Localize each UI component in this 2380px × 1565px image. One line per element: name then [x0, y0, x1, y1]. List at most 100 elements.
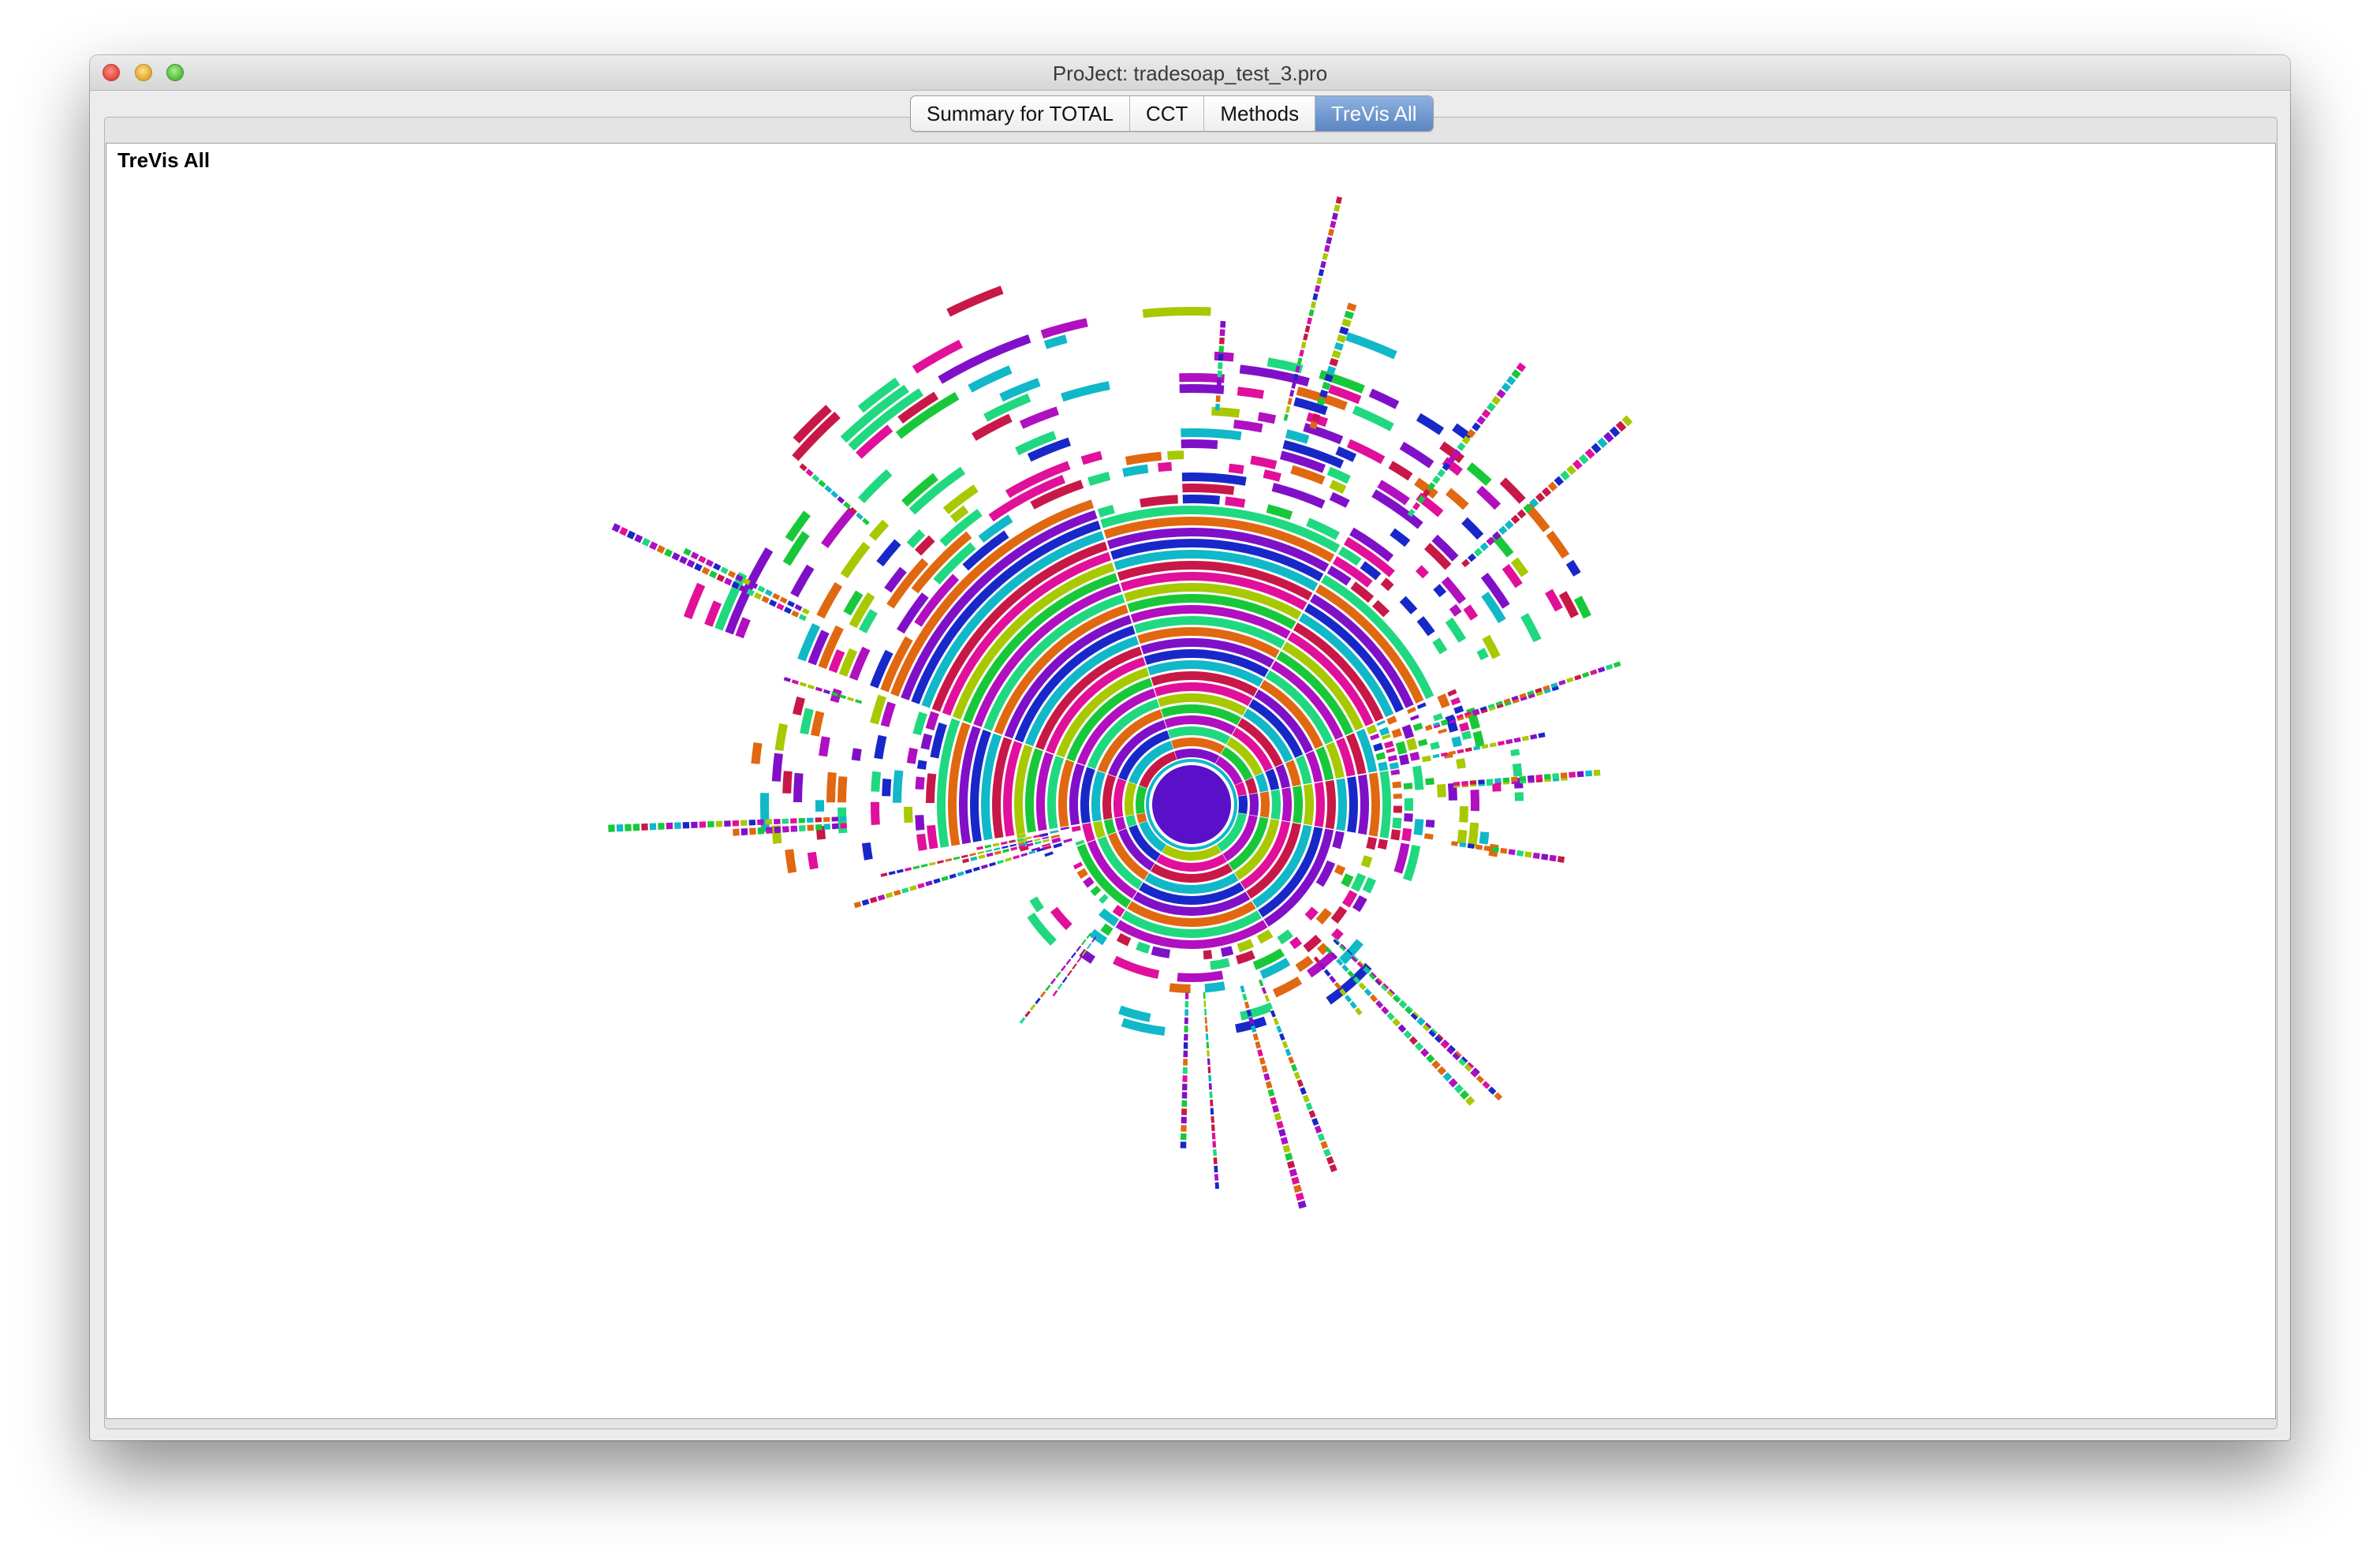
sunburst-spike-segment[interactable] [1500, 847, 1508, 854]
sunburst-spike-segment[interactable] [1516, 850, 1524, 857]
sunburst-spike-segment[interactable] [691, 821, 698, 828]
sunburst-spike-segment[interactable] [1487, 1086, 1497, 1095]
sunburst-segment[interactable] [1451, 736, 1462, 748]
sunburst-segment[interactable] [1409, 751, 1420, 761]
sunburst-spike-segment[interactable] [1289, 1168, 1298, 1177]
sunburst-spike-segment[interactable] [992, 842, 1000, 847]
sunburst-spike-segment[interactable] [1001, 841, 1008, 846]
sunburst-spike-segment[interactable] [1467, 843, 1475, 849]
sunburst-spike-segment[interactable] [1541, 853, 1549, 861]
sunburst-segment[interactable] [1445, 617, 1467, 643]
sunburst-segment[interactable] [1263, 469, 1281, 482]
sunburst-spike-segment[interactable] [1182, 1075, 1188, 1082]
sunburst-spike-segment[interactable] [1242, 993, 1248, 1001]
sunburst-spike-segment[interactable] [699, 821, 707, 828]
sunburst-spike-segment[interactable] [945, 858, 953, 862]
sunburst-segment[interactable] [793, 697, 805, 716]
sunburst-segment[interactable] [871, 771, 882, 792]
sunburst-spike-segment[interactable] [1314, 1125, 1322, 1134]
tab-methods[interactable]: Methods [1204, 96, 1316, 131]
sunburst-spike-segment[interactable] [986, 852, 994, 857]
sunburst-spike-segment[interactable] [1472, 422, 1481, 431]
sunburst-spike-segment[interactable] [1282, 1145, 1291, 1153]
sunburst-segment[interactable] [1177, 970, 1224, 982]
sunburst-spike-segment[interactable] [1329, 1163, 1337, 1173]
sunburst-spike-segment[interactable] [1349, 1001, 1357, 1010]
sunburst-segment[interactable] [771, 753, 783, 782]
sunburst-segment[interactable] [1437, 693, 1450, 708]
sunburst-spike-segment[interactable] [1597, 667, 1606, 673]
sunburst-segment[interactable] [1080, 450, 1103, 465]
sunburst-spike-segment[interactable] [847, 697, 855, 702]
sunburst-spike-segment[interactable] [1065, 958, 1072, 966]
sunburst-segment[interactable] [1403, 782, 1413, 790]
sunburst-spike-segment[interactable] [1432, 475, 1441, 484]
sunburst-spike-segment[interactable] [1205, 1025, 1208, 1033]
sunburst-segment[interactable] [1135, 786, 1147, 814]
sunburst-spike-segment[interactable] [794, 603, 803, 611]
sunburst-segment[interactable] [1461, 517, 1484, 540]
sunburst-segment[interactable] [968, 365, 1013, 393]
sunburst-spike-segment[interactable] [1397, 1024, 1407, 1033]
sunburst-spike-segment[interactable] [823, 816, 830, 822]
sunburst-spike-segment[interactable] [869, 896, 878, 904]
sunburst-spike-segment[interactable] [740, 828, 748, 836]
sunburst-segment[interactable] [1244, 777, 1258, 794]
sunburst-spike-segment[interactable] [823, 824, 831, 830]
sunburst-spike-segment[interactable] [1303, 333, 1308, 341]
sunburst-segment[interactable] [1257, 412, 1277, 424]
sunburst-spike-segment[interactable] [1216, 387, 1222, 394]
sunburst-spike-segment[interactable] [698, 555, 707, 564]
sunburst-segment[interactable] [1425, 820, 1435, 828]
sunburst-spike-segment[interactable] [732, 820, 740, 827]
sunburst-spike-segment[interactable] [1590, 669, 1598, 676]
sunburst-spike-segment[interactable] [611, 523, 621, 532]
sunburst-spike-segment[interactable] [1491, 846, 1499, 853]
sunburst-segment[interactable] [1379, 771, 1391, 839]
sunburst-segment[interactable] [1122, 464, 1149, 477]
sunburst-spike-segment[interactable] [1524, 851, 1532, 858]
sunburst-spike-segment[interactable] [1489, 742, 1497, 748]
sunburst-segment[interactable] [874, 734, 887, 760]
sunburst-segment[interactable] [1233, 420, 1263, 433]
sunburst-spike-segment[interactable] [1605, 663, 1613, 670]
sunburst-spike-segment[interactable] [626, 530, 636, 540]
sunburst-segment[interactable] [1459, 722, 1470, 732]
sunburst-spike-segment[interactable] [1219, 337, 1225, 345]
sunburst-spike-segment[interactable] [815, 817, 823, 823]
sunburst-spike-segment[interactable] [1209, 1091, 1213, 1098]
sunburst-spike-segment[interactable] [1442, 1072, 1453, 1081]
sunburst-segment[interactable] [1368, 772, 1380, 837]
sunburst-spike-segment[interactable] [941, 876, 949, 882]
sunburst-spike-segment[interactable] [1322, 252, 1329, 260]
sunburst-spike-segment[interactable] [1467, 553, 1476, 562]
sunburst-spike-segment[interactable] [953, 856, 961, 861]
sunburst-spike-segment[interactable] [1508, 849, 1516, 856]
sunburst-spike-segment[interactable] [787, 600, 795, 607]
sunburst-spike-segment[interactable] [1494, 778, 1501, 783]
sunburst-segment[interactable] [1345, 332, 1397, 360]
sunburst-spike-segment[interactable] [1013, 854, 1020, 860]
sunburst-spike-segment[interactable] [901, 887, 909, 894]
sunburst-segment[interactable] [1390, 829, 1401, 841]
sunburst-spike-segment[interactable] [1498, 741, 1505, 746]
sunburst-spike-segment[interactable] [1307, 317, 1312, 325]
sunburst-segment[interactable] [1167, 450, 1184, 460]
sunburst-spike-segment[interactable] [1214, 1182, 1219, 1190]
sunburst-spike-segment[interactable] [997, 859, 1004, 865]
sunburst-spike-segment[interactable] [1184, 1025, 1188, 1033]
sunburst-segment[interactable] [1472, 730, 1485, 748]
sunburst-spike-segment[interactable] [1516, 509, 1527, 519]
sunburst-spike-segment[interactable] [774, 826, 782, 834]
sunburst-spike-segment[interactable] [1560, 470, 1570, 481]
sunburst-spike-segment[interactable] [1203, 992, 1206, 999]
sunburst-spike-segment[interactable] [656, 544, 666, 554]
sunburst-segment[interactable] [1373, 742, 1383, 752]
sunburst-segment[interactable] [1099, 894, 1109, 904]
sunburst-spike-segment[interactable] [1291, 1063, 1298, 1072]
sunburst-segment[interactable] [870, 801, 880, 825]
sunburst-spike-segment[interactable] [1020, 852, 1028, 857]
sunburst-spike-segment[interactable] [1569, 771, 1576, 778]
sunburst-spike-segment[interactable] [1052, 990, 1058, 997]
sunburst-spike-segment[interactable] [1483, 846, 1491, 852]
